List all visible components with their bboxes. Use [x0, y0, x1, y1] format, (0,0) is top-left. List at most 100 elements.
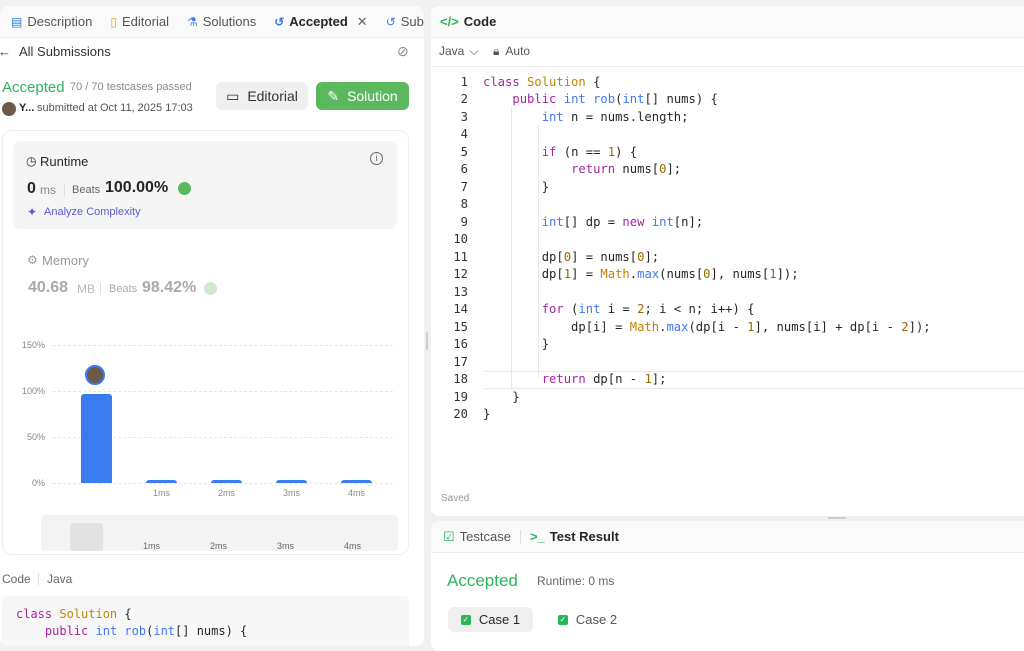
edit-icon: ✎	[327, 87, 340, 104]
language-select[interactable]: Java ⌵	[439, 44, 478, 59]
tab-accepted[interactable]: ↺ Accepted ✕	[265, 6, 377, 37]
slider-handle[interactable]	[70, 523, 103, 551]
tab-testcase[interactable]: ☑ Testcase	[431, 521, 520, 552]
memory-title[interactable]: Memory	[42, 253, 89, 268]
test-result-panel: ☑ Testcase >_ Test Result Accepted Runti…	[431, 521, 1024, 651]
y-tick-label: 50%	[26, 432, 45, 442]
gridline	[53, 345, 393, 346]
clock-icon: ◷	[26, 154, 37, 168]
testcases-passed: 70 / 70 testcases passed	[70, 81, 192, 93]
divider	[38, 573, 39, 585]
code-line: 3 int n = nums.length;	[460, 109, 689, 124]
toolbar-divider	[431, 66, 1024, 67]
terminal-icon: >_	[529, 529, 545, 544]
editorial-button[interactable]: ▭ Editorial	[216, 82, 308, 110]
runtime-unit: ms	[40, 183, 56, 197]
tab-solutions[interactable]: ⚗ Solutions	[178, 6, 265, 37]
resize-handle[interactable]	[828, 517, 846, 519]
code-line: 8	[460, 197, 468, 212]
runtime-box[interactable]: ◷ Runtime i 0 ms Beats 100.00% ✦ Analyze…	[13, 141, 397, 229]
runtime-beats: 100.00%	[105, 179, 169, 196]
code-line: 1 class Solution {	[460, 74, 601, 89]
analyze-complexity-link[interactable]: Analyze Complexity	[44, 206, 141, 218]
chart-range-slider[interactable]: 1ms 2ms 3ms 4ms	[41, 515, 398, 551]
chart-bar[interactable]	[341, 480, 372, 483]
submitted-code-block: class Solution { public int rob(int[] nu…	[2, 596, 409, 646]
chart-bar[interactable]	[276, 480, 307, 483]
result-runtime: Runtime: 0 ms	[537, 574, 615, 588]
check-icon: ✓	[460, 614, 471, 625]
check-icon: ✓	[557, 614, 568, 625]
username[interactable]: Y...	[19, 102, 34, 114]
code-tab-bar: </> Code	[431, 6, 1024, 38]
book-icon: ▯	[110, 14, 117, 29]
tab-test-result[interactable]: >_ Test Result	[521, 521, 628, 552]
runtime-title: Runtime	[40, 154, 89, 169]
code-language: Java	[47, 572, 73, 586]
case-1-button[interactable]: ✓ Case 1	[448, 607, 533, 632]
divider	[100, 283, 101, 295]
runtime-value: 0	[27, 180, 36, 197]
gridline	[53, 391, 393, 392]
close-icon[interactable]: ✕	[357, 14, 368, 30]
y-tick-label: 150%	[21, 340, 45, 350]
runtime-distribution-chart[interactable]: 150% 100% 50% 0% 1ms 2ms 3ms 4ms	[3, 321, 410, 501]
x-tick-label: 4ms	[347, 488, 365, 498]
code-line: 20}	[453, 407, 491, 422]
back-link[interactable]: ← All Submissions	[0, 44, 111, 59]
code-line: 17	[453, 354, 468, 369]
result-tab-bar: ☑ Testcase >_ Test Result	[431, 521, 1024, 553]
tab-code[interactable]: </> Code	[431, 6, 505, 37]
memory-beats: 98.42%	[142, 279, 197, 296]
x-tick-label: 2ms	[217, 488, 235, 498]
chart-bar[interactable]	[81, 393, 112, 483]
code-editor-panel: </> Code Java ⌵ 🔒︎ Auto 1 class Solution …	[431, 6, 1024, 516]
divider	[64, 184, 65, 196]
leaf-icon	[204, 282, 217, 295]
mini-label: 3ms	[277, 541, 295, 551]
tab-submissions[interactable]: ↺ Subm	[377, 6, 424, 37]
code-line: 15 dp[i] = Math.max(dp[i - 1], nums[i] +…	[453, 319, 931, 334]
memory-value: 40.68	[28, 279, 69, 296]
stats-card: ◷ Runtime i 0 ms Beats 100.00% ✦ Analyze…	[2, 130, 409, 555]
code-line: 9 int[] dp = new int[n];	[460, 214, 704, 229]
checkbox-icon: ☑	[443, 528, 455, 544]
auto-mode-toggle[interactable]: 🔒︎ Auto	[493, 44, 530, 59]
leaf-icon	[178, 182, 191, 195]
x-tick-label: 3ms	[282, 488, 300, 498]
code-line: 19 }	[453, 389, 520, 404]
mini-label: 4ms	[344, 541, 362, 551]
case-2-button[interactable]: ✓ Case 2	[545, 607, 630, 632]
code-line: 5 if (n == 1) {	[460, 144, 638, 159]
code-line: 4	[460, 127, 468, 142]
info-icon[interactable]: i	[370, 152, 383, 165]
code-line: 7 }	[460, 179, 550, 194]
submission-panel: ▤ Description ▯ Editorial ⚗ Solutions ↺ …	[0, 6, 424, 646]
solution-button[interactable]: ✎ Solution	[316, 82, 409, 110]
tab-description[interactable]: ▤ Description	[2, 6, 101, 37]
beats-label: Beats	[72, 184, 101, 196]
chart-bar[interactable]	[211, 480, 242, 483]
y-tick-label: 0%	[31, 478, 45, 488]
memory-unit: MB	[77, 282, 95, 296]
code-line: 14 for (int i = 2; i < n; i++) {	[453, 302, 755, 317]
chart-bar[interactable]	[146, 480, 177, 483]
link-icon[interactable]: ⊘	[397, 43, 409, 60]
history-icon: ↺	[385, 14, 396, 29]
history-icon: ↺	[274, 14, 285, 29]
code-line: class Solution {	[16, 607, 132, 621]
mini-label: 2ms	[210, 541, 228, 551]
code-line: 11 dp[0] = nums[0];	[453, 249, 660, 264]
code-line: 6 return nums[0];	[460, 162, 682, 177]
left-tab-bar: ▤ Description ▯ Editorial ⚗ Solutions ↺ …	[0, 6, 424, 38]
y-tick-label: 100%	[21, 386, 45, 396]
resize-handle-vertical[interactable]	[426, 332, 428, 350]
code-area[interactable]: 1 class Solution { 2 public int rob(int[]…	[431, 73, 1024, 433]
tab-editorial[interactable]: ▯ Editorial	[101, 6, 178, 37]
avatar	[2, 102, 16, 116]
user-marker-avatar	[85, 365, 105, 385]
submission-status: Accepted	[2, 79, 65, 96]
mini-label: 1ms	[143, 541, 161, 551]
book-icon: ▭	[226, 87, 240, 104]
description-icon: ▤	[11, 14, 23, 29]
